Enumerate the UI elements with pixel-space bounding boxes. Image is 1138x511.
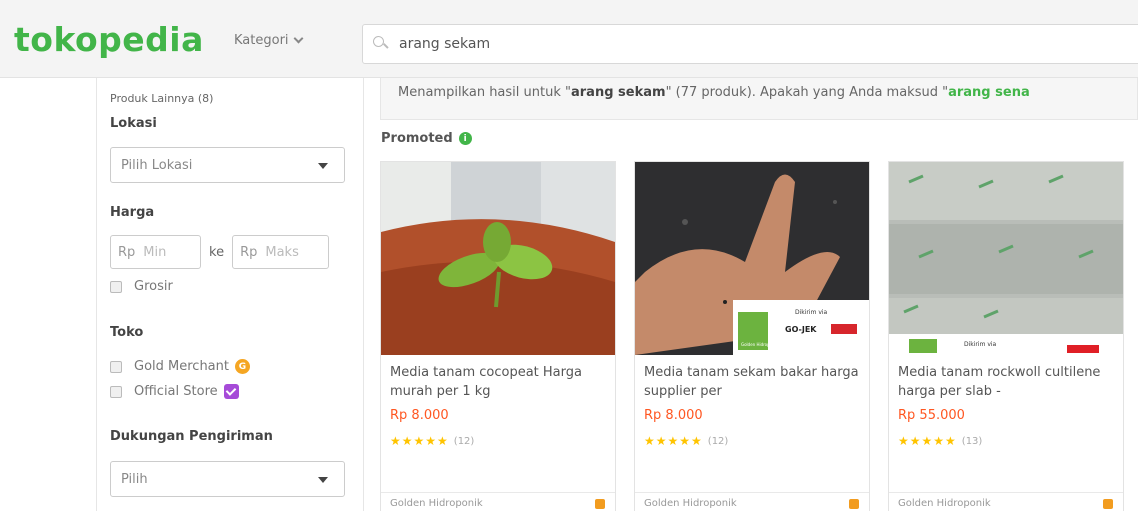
product-rating: ★★★★★ (12) [390,434,474,448]
image-caption: Dikirim via [964,341,997,348]
search-icon [373,36,389,52]
chevron-down-icon [293,33,303,44]
search-input[interactable] [399,36,999,52]
product-card[interactable]: Media tanam cocopeat Harga murah per 1 k… [380,161,616,511]
product-rating: ★★★★★ (12) [644,434,728,448]
search-bar[interactable] [362,24,1138,64]
product-price: Rp 8.000 [390,408,449,423]
product-name[interactable]: Media tanam cocopeat Harga murah per 1 k… [390,363,606,401]
kategori-dropdown[interactable]: Kategori [234,33,303,48]
toko-heading: Toko [110,325,144,340]
gold-merchant-checkbox[interactable]: Gold Merchant G [110,359,250,374]
product-name[interactable]: Media tanam rockwoll cultilene harga per… [898,363,1114,401]
shop-name[interactable]: Golden Hidroponik [390,498,483,509]
checkbox-icon [110,280,122,293]
divider [889,492,1123,493]
caret-down-icon [318,477,328,483]
pengiriman-select[interactable]: Pilih [110,461,345,497]
other-products-link[interactable]: Produk Lainnya (8) [110,92,213,105]
max-price-input[interactable] [265,244,310,260]
star-rating-icon: ★★★★★ [898,434,957,448]
official-store-label: Official Store [134,384,218,399]
image-brand-label: Golden Hidroponik [741,342,779,347]
min-price-prefix: Rp [118,244,136,260]
product-card[interactable]: Dikirim via Media tanam rockwoll cultile… [888,161,1124,511]
gold-merchant-badge-icon [1103,499,1113,509]
rating-count: (12) [453,435,475,447]
suggestion-link[interactable]: arang sena [948,85,1030,100]
gold-merchant-badge-icon [849,499,859,509]
rating-count: (12) [707,435,729,447]
product-image-cocopeat[interactable] [381,162,615,355]
price-separator: ke [209,244,225,260]
product-rating: ★★★★★ (13) [898,434,982,448]
min-price-input[interactable] [143,244,188,260]
product-price: Rp 55.000 [898,408,965,423]
rating-count: (13) [961,435,983,447]
shop-name[interactable]: Golden Hidroponik [644,498,737,509]
lokasi-select[interactable]: Pilih Lokasi [110,147,345,183]
caret-down-icon [318,163,328,169]
tokopedia-logo[interactable]: tokopedia [14,20,204,59]
min-price-field[interactable]: Rp [110,235,201,269]
max-price-prefix: Rp [240,244,258,260]
gold-merchant-badge-icon [595,499,605,509]
grosir-checkbox[interactable]: Grosir [110,279,173,294]
image-caption: Dikirim via [795,309,828,316]
max-price-field[interactable]: Rp [232,235,330,269]
filter-sidebar: Produk Lainnya (8) Lokasi Pilih Lokasi H… [96,78,364,511]
price-range: Rp ke Rp [110,235,330,269]
lokasi-heading: Lokasi [110,116,157,131]
product-image-sekam-bakar[interactable]: Dikirim via Golden Hidroponik GO-JEK [635,162,869,355]
pengiriman-select-value: Pilih [121,471,148,487]
top-header: tokopedia Kategori [0,0,1138,78]
promoted-heading: Promoted i [381,131,472,146]
gold-merchant-badge-icon: G [235,359,250,374]
info-icon[interactable]: i [458,132,472,145]
official-store-checkbox[interactable]: Official Store [110,384,239,399]
star-rating-icon: ★★★★★ [390,434,449,448]
banner-prefix: Menampilkan hasil untuk " [398,85,571,100]
shop-name[interactable]: Golden Hidroponik [898,498,991,509]
gold-merchant-label: Gold Merchant [134,359,229,374]
lokasi-select-value: Pilih Lokasi [121,157,193,173]
product-image-rockwool[interactable]: Dikirim via [889,162,1123,355]
banner-middle: " (77 produk). Apakah yang Anda maksud " [665,85,949,100]
product-name[interactable]: Media tanam sekam bakar harga supplier p… [644,363,860,401]
checkbox-icon [110,360,122,373]
harga-heading: Harga [110,205,155,220]
star-rating-icon: ★★★★★ [644,434,703,448]
kategori-label: Kategori [234,33,289,48]
promoted-label: Promoted [381,131,453,146]
product-card[interactable]: Dikirim via Golden Hidroponik GO-JEK Med… [634,161,870,511]
banner-query: arang sekam [571,85,666,100]
official-store-badge-icon [223,384,239,399]
checkbox-icon [110,385,122,398]
divider [381,492,615,493]
product-price: Rp 8.000 [644,408,703,423]
search-result-banner: Menampilkan hasil untuk "arang sekam" (7… [380,78,1138,120]
divider [635,492,869,493]
pengiriman-heading: Dukungan Pengiriman [110,429,273,444]
image-gojek-label: GO-JEK [785,325,817,334]
grosir-label: Grosir [134,279,173,294]
